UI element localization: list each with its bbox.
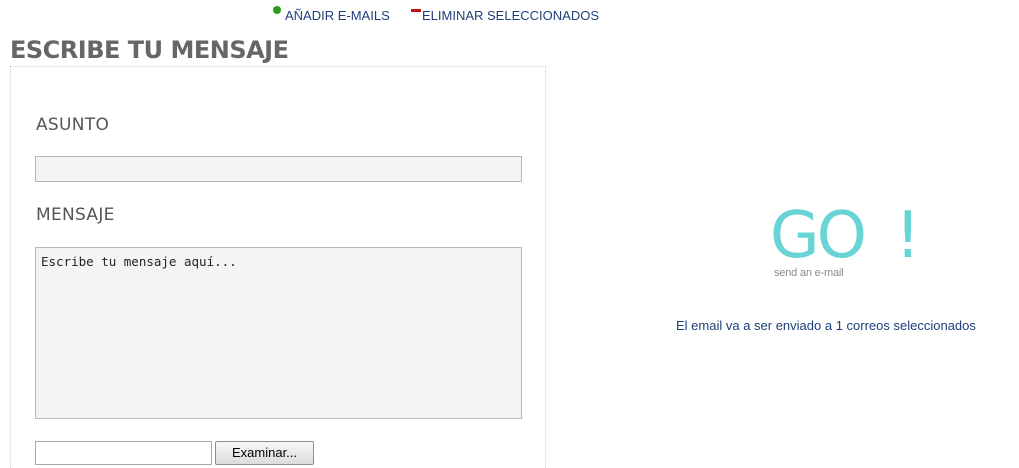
message-form-panel: ASUNTO MENSAJE Escribe tu mensaje aquí..… (10, 66, 546, 468)
browse-button[interactable]: Examinar... (215, 441, 314, 465)
message-textarea[interactable]: Escribe tu mensaje aquí... (35, 247, 522, 419)
remove-selected-link[interactable]: ELIMINAR SELECCIONADOS (411, 8, 599, 23)
red-minus-icon (411, 9, 421, 12)
go-subtitle: send an e-mail (774, 267, 844, 279)
green-dot-icon (273, 6, 281, 14)
go-send-button[interactable]: GO ! send an e-mail (770, 199, 921, 284)
add-emails-label: AÑADIR E-MAILS (285, 8, 390, 23)
remove-selected-label: ELIMINAR SELECCIONADOS (422, 8, 599, 23)
go-exclamation: ! (895, 199, 921, 273)
go-logo-text: GO (770, 199, 867, 273)
subject-input[interactable] (35, 156, 522, 182)
send-status-text: El email va a ser enviado a 1 correos se… (676, 318, 976, 333)
top-links: AÑADIR E-MAILS ELIMINAR SELECCIONADOS (273, 6, 599, 23)
subject-label: ASUNTO (36, 115, 110, 135)
file-path-field[interactable] (35, 441, 212, 465)
add-emails-link[interactable]: AÑADIR E-MAILS (273, 6, 393, 23)
page-title: ESCRIBE TU MENSAJE (10, 36, 289, 64)
message-label: MENSAJE (36, 205, 115, 225)
